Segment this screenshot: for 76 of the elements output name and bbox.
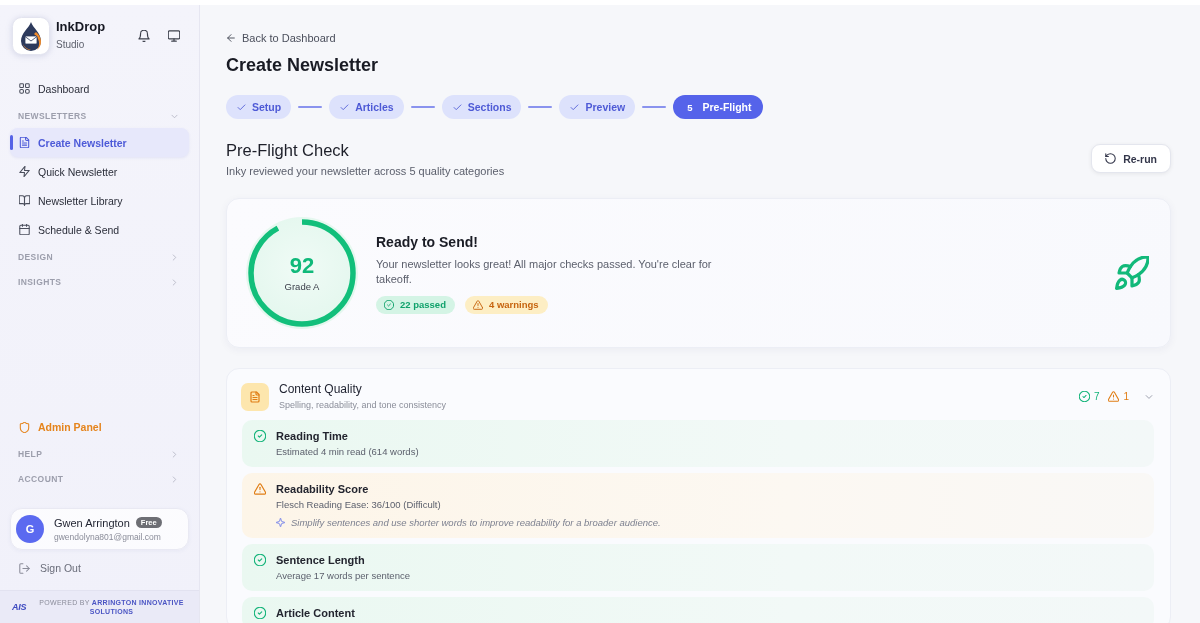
ink-drop-logo: [12, 17, 50, 55]
check-icon: [452, 102, 462, 112]
arrow-left-icon: [226, 33, 236, 43]
user-email: gwendolyna801@gmail.com: [54, 531, 162, 542]
nav-item[interactable]: Newsletter Library: [10, 186, 189, 215]
nav-item[interactable]: Create Newsletter: [10, 128, 189, 157]
warning-icon: [1108, 391, 1120, 402]
passed-total: 22 passed: [400, 299, 446, 310]
category-title: Content Quality: [279, 382, 362, 397]
wizard-step[interactable]: Preview: [559, 95, 636, 119]
wizard-step[interactable]: Articles: [329, 95, 404, 119]
check-icon: [340, 102, 350, 112]
passed-count: 7: [1093, 391, 1100, 402]
lightning-icon: [19, 166, 30, 177]
check-title: Article Content: [276, 606, 355, 620]
nav-item[interactable]: Dashboard: [10, 74, 189, 103]
chevron-right-icon: [170, 277, 179, 287]
sign-out-link[interactable]: Sign Out: [10, 556, 189, 580]
nav-section[interactable]: HELP: [10, 442, 190, 466]
nav-section[interactable]: ACCOUNT: [10, 467, 190, 491]
nav-section[interactable]: NEWSLETTERS: [10, 104, 190, 128]
category-subtitle: Spelling, readability, and tone consistency: [279, 399, 446, 411]
check-icon: [237, 102, 246, 112]
check-title: Sentence Length: [276, 553, 365, 567]
nav-item[interactable]: Admin Panel: [10, 413, 189, 441]
check-detail: Average 17 words per sentence: [276, 569, 410, 582]
calendar-icon: [19, 224, 30, 235]
chevron-right-icon: [170, 474, 179, 484]
score-message: Your newsletter looks great! All major checks passed. You're clear for takeoff.: [376, 256, 713, 287]
sparkle-icon: [276, 518, 285, 527]
score-heading: Ready to Send!: [376, 232, 478, 251]
rocket-icon: [1115, 256, 1149, 290]
check-title: Reading Time: [276, 429, 348, 443]
document-icon: [241, 382, 269, 411]
step-connector: [528, 106, 553, 108]
warning-icon: [254, 483, 266, 495]
user-name: Gwen Arrington: [54, 516, 130, 529]
check-title: Readability Score: [276, 482, 369, 496]
step-connector: [410, 106, 435, 108]
wizard-step[interactable]: Setup: [226, 95, 292, 119]
page-title: Create Newsletter: [226, 54, 379, 77]
section-subtitle: Inky reviewed your newsletter across 5 quality categories: [226, 164, 505, 179]
suggestion-text: Simplify sentences and use shorter words to improve readability for a broader audience.: [291, 516, 661, 529]
sign-out-icon: [19, 562, 30, 574]
brand-name: InkDrop: [56, 19, 106, 35]
document-icon: [19, 137, 30, 148]
check-detail: Estimated 4 min read (614 words): [276, 445, 419, 458]
warnings-total: 4 warnings: [488, 299, 539, 310]
chevron-right-icon: [170, 449, 179, 459]
step-connector: [642, 106, 667, 108]
section-title: Pre-Flight Check: [226, 140, 350, 160]
shield-icon: [19, 421, 30, 433]
check-detail: Flesch Reading Ease: 36/100 (Difficult): [276, 498, 441, 511]
monitor-icon[interactable]: [168, 30, 180, 42]
wizard-step[interactable]: 5 Pre-Flight: [673, 95, 764, 119]
warning-count: 1: [1123, 391, 1129, 402]
open-book-icon: [19, 195, 30, 206]
back-link[interactable]: Back to Dashboard: [226, 32, 336, 44]
squares-grid-icon: [19, 83, 30, 94]
nav-item[interactable]: Schedule & Send: [10, 215, 189, 244]
warning-icon: [472, 299, 483, 310]
chevron-right-icon: [170, 252, 179, 262]
nav-section[interactable]: DESIGN: [10, 245, 190, 269]
nav-section[interactable]: INSIGHTS: [10, 270, 190, 294]
check-icon: [570, 102, 580, 112]
company-logo: AIS: [12, 602, 27, 612]
score-value: 92: [289, 254, 315, 278]
step-connector: [298, 106, 323, 108]
bell-icon[interactable]: [138, 30, 150, 42]
rerun-button[interactable]: Re-run: [1091, 144, 1171, 173]
wizard-step[interactable]: Sections: [441, 95, 522, 119]
user-avatar: G: [16, 515, 44, 543]
nav-item[interactable]: Quick Newsletter: [10, 157, 189, 186]
score-grade: Grade A: [284, 281, 320, 292]
refresh-icon: [1105, 153, 1117, 164]
brand-subtitle: Studio: [56, 38, 86, 51]
